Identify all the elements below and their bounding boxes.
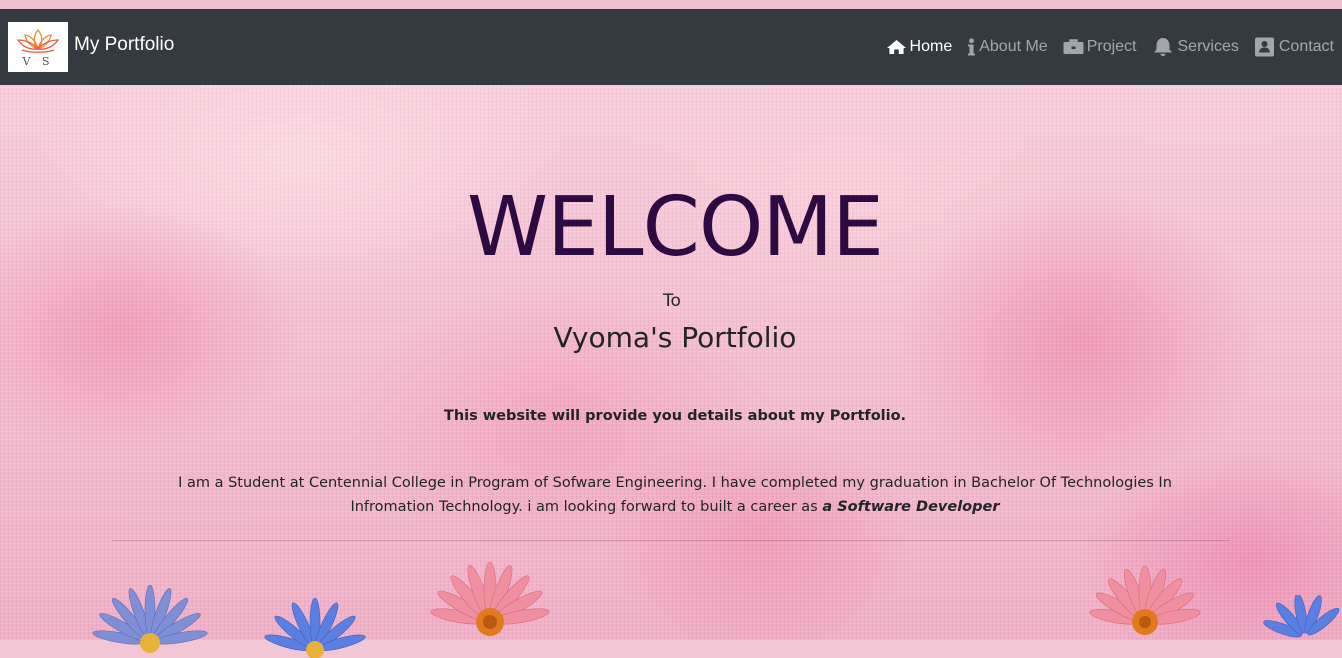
- pink-daisy-image: [430, 561, 550, 636]
- nav-contact[interactable]: Contact: [1254, 37, 1334, 57]
- hero-section: WELCOME To Vyoma's Portfolio This websit…: [0, 85, 1342, 640]
- about-paragraph: I am a Student at Centennial College in …: [140, 471, 1210, 519]
- portfolio-subtitle: Vyoma's Portfolio: [553, 321, 797, 354]
- navbar: V S My Portfolio Home About Me Project S…: [0, 9, 1342, 85]
- nav-about-me[interactable]: About Me: [967, 38, 1048, 56]
- logo-initials: V S: [22, 55, 54, 68]
- nav-contact-label: Contact: [1278, 38, 1334, 55]
- nav-services-label: Services: [1177, 38, 1239, 55]
- nav-menu: Home About Me Project Services Contact: [871, 37, 1334, 57]
- divider: [112, 540, 1230, 541]
- career-emphasis: a Software Developer: [822, 499, 1000, 515]
- blue-daisy-image: [264, 598, 366, 658]
- nav-home[interactable]: Home: [886, 38, 953, 56]
- nav-project-label: Project: [1086, 38, 1137, 55]
- brand-name[interactable]: My Portfolio: [74, 34, 174, 56]
- nav-project[interactable]: Project: [1063, 38, 1137, 56]
- briefcase-icon: [1063, 39, 1084, 54]
- nav-about-me-label: About Me: [979, 38, 1048, 55]
- top-strip: [0, 0, 1342, 9]
- home-icon: [886, 40, 906, 54]
- pink-daisy-image: [1089, 565, 1201, 635]
- intro-lead: This website will provide you details ab…: [443, 408, 907, 424]
- blue-daisy-image: [92, 585, 208, 653]
- to-text: To: [663, 291, 681, 311]
- nav-services[interactable]: Services: [1152, 37, 1239, 57]
- nav-home-label: Home: [909, 38, 953, 55]
- info-icon: [968, 38, 976, 56]
- bell-icon: [1153, 38, 1172, 57]
- brand-logo[interactable]: V S: [8, 22, 68, 72]
- about-text: I am a Student at Centennial College in …: [178, 475, 1172, 515]
- blue-daisy-image: [1263, 595, 1340, 638]
- welcome-heading: WELCOME: [467, 180, 884, 275]
- contact-card-icon: [1254, 37, 1274, 57]
